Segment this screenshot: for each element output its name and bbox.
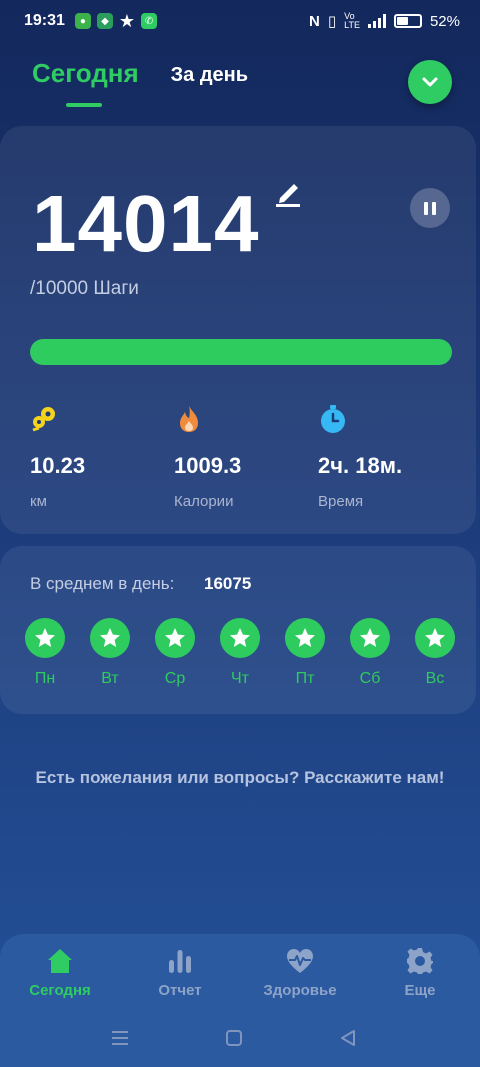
calories-value: 1009.3 — [174, 453, 242, 478]
day-friday[interactable]: Пт — [284, 618, 326, 688]
calories-label: Калории — [174, 493, 234, 510]
average-value: 16075 — [204, 574, 252, 593]
pencil-icon — [276, 184, 300, 207]
day-sunday[interactable]: Вс — [414, 618, 456, 688]
steps-progress-fill — [30, 339, 452, 365]
distance-value: 10.23 — [30, 453, 86, 478]
edit-steps-button[interactable] — [274, 178, 302, 208]
battery-icon — [393, 14, 422, 28]
vibrate-icon: ▯ — [327, 13, 337, 30]
star-icon — [350, 618, 390, 658]
day-label: Ср — [164, 670, 186, 687]
battery-percent: 52% — [429, 12, 460, 30]
volte-icon: Vo LTE — [344, 11, 360, 30]
day-label: Вс — [425, 670, 445, 687]
star-icon — [25, 618, 65, 658]
distance-label: км — [30, 493, 47, 510]
status-bar: 19:31 ● ◆ ★ ✆ N ▯ Vo LTE 52% — [0, 0, 480, 42]
day-label: Пн — [34, 670, 56, 687]
time-label: Время — [318, 493, 364, 510]
phone-notification-icon: ✆ — [141, 13, 158, 29]
pause-icon — [424, 201, 428, 215]
star-icon — [90, 618, 130, 658]
gear-icon — [407, 948, 433, 974]
bar-chart-icon — [169, 950, 191, 973]
nav-today[interactable]: Сегодня — [0, 934, 120, 1008]
star-icon — [415, 618, 455, 658]
home-icon — [48, 949, 72, 973]
star-notification-icon: ★ — [118, 10, 136, 31]
nav-label: Отчет — [158, 982, 202, 999]
notification-icons: ● ◆ ★ ✆ — [74, 10, 158, 32]
nav-health[interactable]: Здоровье — [240, 934, 360, 1008]
signal-icon — [367, 14, 386, 28]
star-icon — [220, 618, 260, 658]
status-right: N ▯ Vo LTE 52% — [309, 11, 460, 31]
day-thursday[interactable]: Чт — [219, 618, 261, 688]
chevron-down-icon — [422, 77, 438, 87]
feedback-link[interactable]: Есть пожелания или вопросы? Расскажите н… — [30, 766, 450, 789]
steps-count: 14014 — [32, 179, 260, 268]
dropdown-button[interactable] — [408, 60, 452, 104]
time-value: 2ч. 18м. — [318, 453, 403, 478]
distance-icon — [32, 407, 55, 432]
stat-distance: 10.23 км — [30, 404, 85, 510]
day-label: Чт — [231, 670, 249, 687]
app-notification-icon: ◆ — [96, 13, 113, 29]
star-icon — [285, 618, 325, 658]
home-system-icon[interactable] — [224, 1028, 244, 1048]
messenger-notification-icon: ● — [74, 13, 91, 29]
average-label: В среднем в день: — [30, 574, 175, 593]
day-monday[interactable]: Пн — [24, 618, 66, 688]
star-icon — [155, 618, 195, 658]
nav-label: Еще — [404, 982, 436, 999]
back-icon[interactable] — [338, 1028, 358, 1048]
tab-today[interactable]: Сегодня — [32, 58, 139, 107]
heart-pulse-icon — [287, 949, 313, 973]
day-tuesday[interactable]: Вт — [89, 618, 131, 688]
steps-goal: /10000 Шаги — [30, 278, 139, 299]
header-tabs: Сегодня За день — [32, 58, 248, 107]
nav-report[interactable]: Отчет — [120, 934, 240, 1008]
stat-time: 2ч. 18м. Время — [318, 404, 402, 510]
nav-label: Сегодня — [29, 982, 91, 999]
nav-more[interactable]: Еще — [360, 934, 480, 1008]
day-label: Пт — [295, 670, 315, 687]
stat-calories: 1009.3 Калории — [174, 404, 241, 510]
system-nav-bar — [0, 1008, 480, 1067]
status-time: 19:31 — [24, 12, 65, 29]
steps-progress-bar — [30, 339, 452, 365]
day-label: Вт — [101, 670, 119, 687]
nfc-icon: N — [309, 12, 320, 30]
timer-icon — [321, 405, 345, 433]
pause-button[interactable] — [410, 188, 450, 228]
flame-icon — [180, 406, 198, 432]
day-wednesday[interactable]: Ср — [154, 618, 196, 688]
bottom-nav: Сегодня Отчет Здоровье Еще — [0, 934, 480, 1008]
tab-per-day[interactable]: За день — [171, 64, 248, 87]
nav-label: Здоровье — [263, 982, 337, 999]
day-label: Сб — [359, 670, 381, 687]
pause-icon-bar — [432, 201, 436, 215]
recent-apps-icon[interactable] — [110, 1028, 130, 1048]
day-saturday[interactable]: Сб — [349, 618, 391, 688]
